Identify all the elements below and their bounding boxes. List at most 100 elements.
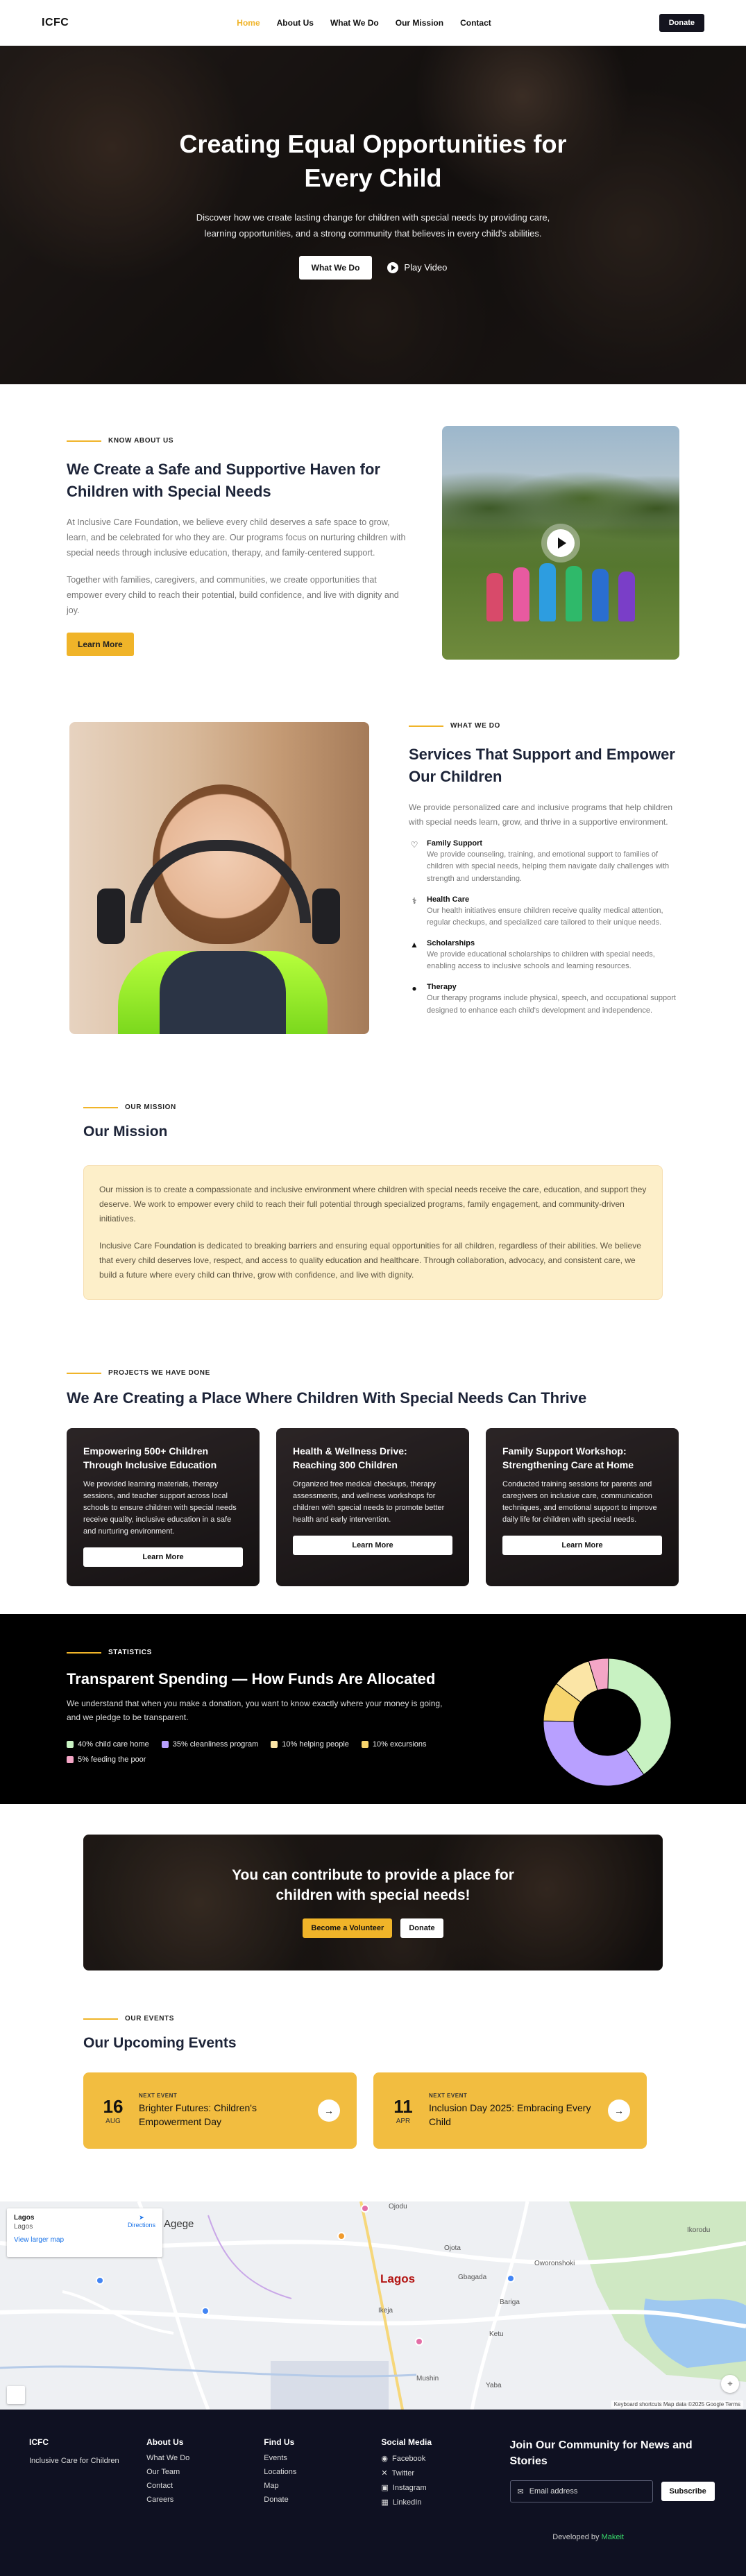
event-day: 11: [393, 2096, 413, 2117]
legend-label: 10% excursions: [372, 1740, 427, 1749]
nav-our-mission[interactable]: Our Mission: [396, 18, 443, 28]
map-pin-icon[interactable]: [415, 2337, 423, 2346]
event-month: AUG: [105, 2118, 121, 2125]
location-map[interactable]: Lagos Lagos View larger map ➤ Directions …: [0, 2201, 746, 2410]
view-larger-map-link[interactable]: View larger map: [14, 2236, 155, 2244]
project-title: Family Support Workshop: Strengthening C…: [502, 1445, 634, 1470]
projects-section: PROJECTS WE HAVE DONE We Are Creating a …: [0, 1355, 746, 1614]
footer-social-link[interactable]: ✕ Twitter: [381, 2468, 498, 2478]
play-video-button[interactable]: Play Video: [387, 261, 447, 273]
project-text: Conducted training sessions for parents …: [502, 1480, 657, 1525]
legend-label: 40% child care home: [78, 1740, 149, 1749]
project-card: Family Support Workshop: Strengthening C…: [486, 1428, 679, 1586]
footer-social-link[interactable]: ◉ Facebook: [381, 2454, 498, 2464]
map-label: Bariga: [500, 2299, 520, 2306]
footer-col-find-us: Find Us Events Locations Map Donate: [264, 2437, 381, 2507]
nav-contact[interactable]: Contact: [460, 18, 491, 28]
about-paragraph-2: Together with families, caregivers, and …: [67, 575, 399, 616]
project-learn-more-button[interactable]: Learn More: [83, 1547, 243, 1568]
footer-link[interactable]: What We Do: [146, 2454, 264, 2462]
footer-link[interactable]: Donate: [264, 2496, 381, 2504]
event-title: Inclusion Day 2025: Embracing Every Chil…: [429, 2102, 591, 2127]
footer-logo[interactable]: ICFC: [29, 2437, 146, 2447]
cta-donate-button[interactable]: Donate: [400, 1918, 443, 1938]
event-tag: NEXT EVENT: [429, 2092, 468, 2099]
child-headphones-photo: [69, 722, 369, 1034]
health-hand-icon: ⚕: [412, 895, 417, 906]
learn-more-button[interactable]: Learn More: [67, 633, 134, 657]
email-placeholder: Email address: [529, 2487, 578, 2496]
graduation-cap-icon: ▲: [410, 939, 418, 950]
map-label: Mushin: [416, 2375, 439, 2382]
map-label: Ikorodu: [687, 2226, 711, 2234]
newsletter: Join Our Community for News and Stories …: [509, 2437, 717, 2507]
main-nav: Home About Us What We Do Our Mission Con…: [237, 18, 491, 28]
map-label: Oworonshoki: [534, 2260, 575, 2267]
become-volunteer-button[interactable]: Become a Volunteer: [303, 1918, 393, 1938]
hero-subtitle: Discover how we create lasting change fo…: [196, 212, 550, 239]
footer-social-link[interactable]: ▣ Instagram: [381, 2483, 498, 2493]
footer-link[interactable]: Our Team: [146, 2468, 264, 2476]
mission-box: Our mission is to create a compassionate…: [83, 1165, 663, 1300]
nav-what-we-do[interactable]: What We Do: [330, 18, 379, 28]
footer-brand: ICFC Inclusive Care for Children: [29, 2437, 146, 2507]
services-lead: We provide personalized care and inclusi…: [409, 802, 672, 827]
email-field[interactable]: ✉ Email address: [509, 2480, 653, 2503]
events-section: OUR EVENTS Our Upcoming Events 16 AUG NEX…: [0, 1970, 746, 2201]
header-donate-button[interactable]: Donate: [659, 13, 704, 32]
project-learn-more-button[interactable]: Learn More: [502, 1536, 662, 1556]
map-pin-icon[interactable]: [337, 2232, 346, 2240]
legend-item: 10% excursions: [361, 1740, 427, 1749]
instagram-icon: ▣: [381, 2484, 389, 2492]
directions-icon: ➤: [139, 2214, 144, 2221]
footer-link[interactable]: Events: [264, 2454, 381, 2462]
stats-eyebrow: STATISTICS: [67, 1649, 455, 1656]
logo[interactable]: ICFC: [42, 17, 69, 29]
map-attribution[interactable]: Keyboard shortcuts Map data ©2025 Google…: [611, 2401, 743, 2408]
what-we-do-button[interactable]: What We Do: [298, 255, 373, 280]
map-pin-icon[interactable]: [201, 2307, 210, 2315]
about-paragraph-1: At Inclusive Care Foundation, we believe…: [67, 517, 406, 558]
therapy-icon: ●: [412, 983, 417, 993]
legend-swatch: [161, 1740, 169, 1748]
linkedin-icon: ▦: [381, 2498, 389, 2507]
statistics-section: STATISTICS Transparent Spending — How Fu…: [0, 1614, 746, 1804]
footer-link[interactable]: Careers: [146, 2496, 264, 2504]
nav-about[interactable]: About Us: [277, 18, 314, 28]
arrow-right-icon[interactable]: →: [318, 2100, 340, 2122]
event-card[interactable]: 16 AUG NEXT EVENT Brighter Futures: Childr…: [83, 2072, 357, 2149]
stats-title: Transparent Spending — How Funds Are All…: [67, 1670, 436, 1688]
project-learn-more-button[interactable]: Learn More: [293, 1536, 452, 1556]
nav-home[interactable]: Home: [237, 18, 260, 28]
services-title: Services That Support and Empower Our Ch…: [409, 746, 675, 785]
map-pin-icon[interactable]: [507, 2274, 515, 2283]
services-section: WHAT WE DO Services That Support and Emp…: [0, 701, 746, 1076]
map-pin-icon[interactable]: [96, 2276, 104, 2285]
mail-icon: ✉: [517, 2487, 524, 2496]
legend-swatch: [67, 1755, 74, 1763]
footer-social-link[interactable]: ▦ LinkedIn: [381, 2498, 498, 2507]
street-view-icon[interactable]: [7, 2386, 25, 2404]
map-label: Agege: [164, 2218, 194, 2230]
footer-link[interactable]: Locations: [264, 2468, 381, 2476]
footer-link[interactable]: Contact: [146, 2482, 264, 2490]
subscribe-button[interactable]: Subscribe: [661, 2482, 715, 2502]
developer-link[interactable]: Makeit: [602, 2533, 624, 2541]
legend-label: 5% feeding the poor: [78, 1755, 146, 1764]
map-pin-icon[interactable]: [361, 2204, 369, 2213]
footer-link[interactable]: Map: [264, 2482, 381, 2490]
site-header: ICFC Home About Us What We Do Our Missio…: [0, 0, 746, 46]
about-video-thumbnail[interactable]: [442, 426, 679, 660]
projects-title: We Are Creating a Place Where Children W…: [67, 1389, 587, 1407]
location-target-icon[interactable]: ⌖: [721, 2375, 739, 2393]
event-card[interactable]: 11 APR NEXT EVENT Inclusion Day 2025: Embr…: [373, 2072, 647, 2149]
facebook-icon: ◉: [381, 2455, 388, 2463]
service-item: ♡ Family Support We provide counseling, t…: [409, 839, 679, 886]
directions-button[interactable]: ➤ Directions: [128, 2214, 155, 2229]
video-play-icon[interactable]: [547, 529, 575, 557]
chart-legend: 40% child care home 35% cleanliness progr…: [67, 1740, 455, 1764]
arrow-right-icon[interactable]: →: [608, 2100, 630, 2122]
service-item: ● Therapy Our therapy programs include ph…: [409, 983, 679, 1017]
map-label: Ketu: [489, 2330, 504, 2338]
about-eyebrow: KNOW ABOUT US: [67, 437, 407, 445]
